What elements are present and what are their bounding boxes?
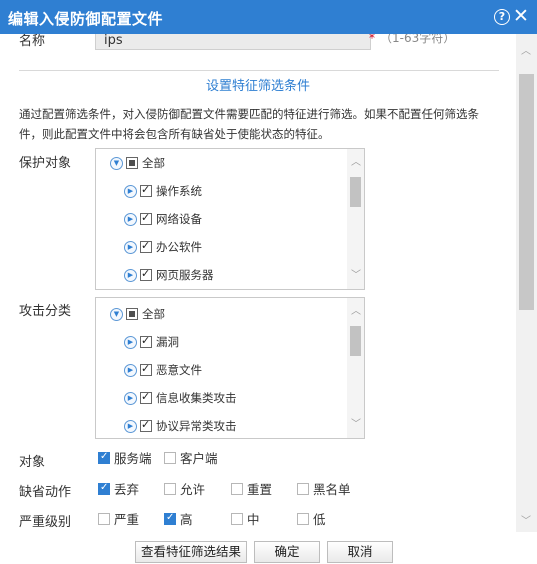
checkbox[interactable] — [164, 512, 176, 525]
section-title: 设置特征筛选条件 — [205, 79, 310, 94]
severity-option-critical[interactable]: 严重 — [98, 509, 139, 528]
tree-checkbox[interactable] — [140, 183, 152, 197]
tree-checkbox[interactable] — [140, 418, 152, 432]
tree-checkbox[interactable] — [140, 211, 152, 225]
tree-item-office-software[interactable]: ▶ 办公软件 — [124, 237, 202, 257]
action-option-blacklist[interactable]: 黑名单 — [297, 479, 351, 498]
tree-item-network-device[interactable]: ▶ 网络设备 — [124, 209, 202, 229]
expand-icon[interactable]: ▶ — [124, 184, 137, 198]
checkbox[interactable] — [98, 482, 110, 495]
collapse-icon[interactable]: ▼ — [110, 156, 123, 170]
tree-item-vulnerability[interactable]: ▶ 漏洞 — [124, 332, 179, 352]
tree-checkbox[interactable] — [140, 239, 152, 253]
scroll-down-icon[interactable]: ﹀ — [351, 415, 361, 430]
severity-option-medium[interactable]: 中 — [231, 509, 260, 528]
action-option-allow[interactable]: 允许 — [164, 479, 205, 498]
checkbox[interactable] — [297, 482, 309, 495]
severity-label: 严重级别 — [19, 515, 72, 530]
default-action-label: 缺省动作 — [19, 485, 72, 500]
tree-root-all[interactable]: ▼ 全部 — [110, 304, 165, 324]
help-icon[interactable]: ? — [494, 9, 510, 25]
tree-scrollbar[interactable]: ︿ ﹀ — [347, 298, 364, 438]
required-asterisk: * — [369, 34, 375, 45]
tree-scrollbar[interactable]: ︿ ﹀ — [347, 149, 364, 289]
checkbox[interactable] — [231, 512, 243, 525]
target-option-server[interactable]: 服务端 — [98, 448, 152, 467]
dialog-content: 名称 ips * （1-63字符） 设置特征筛选条件 通过配置筛选条件，对入侵防… — [0, 34, 516, 532]
tree-item-info-gathering[interactable]: ▶ 信息收集类攻击 — [124, 388, 237, 408]
expand-icon[interactable]: ▶ — [124, 240, 137, 254]
tree-item-malicious-file[interactable]: ▶ 恶意文件 — [124, 360, 202, 380]
scroll-down-icon[interactable]: ﹀ — [521, 512, 531, 527]
view-filter-results-button[interactable]: 查看特征筛选结果 — [135, 541, 247, 563]
tree-item-protocol-anomaly[interactable]: ▶ 协议异常类攻击 — [124, 416, 237, 436]
cancel-button[interactable]: 取消 — [327, 541, 393, 563]
checkbox[interactable] — [164, 451, 176, 464]
protect-target-tree[interactable]: ▼ 全部 ▶ 操作系统 ▶ 网络设备 ▶ 办公软件 ▶ 网页服务器 ︿ ﹀ — [95, 148, 365, 290]
severity-option-high[interactable]: 高 — [164, 509, 193, 528]
severity-option-low[interactable]: 低 — [297, 509, 326, 528]
dialog-scrollbar[interactable]: ︿ ﹀ — [516, 34, 537, 532]
close-icon[interactable]: ✕ — [513, 5, 529, 27]
tree-item-os[interactable]: ▶ 操作系统 — [124, 181, 202, 201]
checkbox[interactable] — [231, 482, 243, 495]
scroll-down-icon[interactable]: ﹀ — [351, 266, 361, 281]
scroll-thumb[interactable] — [350, 177, 361, 207]
attack-category-tree[interactable]: ▼ 全部 ▶ 漏洞 ▶ 恶意文件 ▶ 信息收集类攻击 ▶ 协议异常类攻击 ︿ ﹀ — [95, 297, 365, 439]
action-option-drop[interactable]: 丢弃 — [98, 479, 139, 498]
action-option-reset[interactable]: 重置 — [231, 479, 272, 498]
scroll-up-icon[interactable]: ︿ — [351, 153, 361, 168]
tree-checkbox[interactable] — [140, 334, 152, 348]
tree-checkbox[interactable] — [126, 157, 138, 169]
scroll-up-icon[interactable]: ︿ — [351, 302, 361, 317]
protect-target-label: 保护对象 — [19, 156, 72, 171]
tree-checkbox[interactable] — [140, 362, 152, 376]
expand-icon[interactable]: ▶ — [124, 335, 137, 349]
expand-icon[interactable]: ▶ — [124, 391, 137, 405]
scroll-thumb[interactable] — [519, 74, 534, 310]
checkbox[interactable] — [98, 451, 110, 464]
tree-root-all[interactable]: ▼ 全部 — [110, 153, 165, 173]
expand-icon[interactable]: ▶ — [124, 419, 137, 433]
expand-icon[interactable]: ▶ — [124, 363, 137, 377]
expand-icon[interactable]: ▶ — [124, 212, 137, 226]
tree-checkbox[interactable] — [140, 390, 152, 404]
ok-button[interactable]: 确定 — [254, 541, 320, 563]
collapse-icon[interactable]: ▼ — [110, 307, 123, 321]
scroll-thumb[interactable] — [350, 326, 361, 356]
scroll-up-icon[interactable]: ︿ — [521, 42, 531, 57]
checkbox[interactable] — [297, 512, 309, 525]
section-description: 通过配置筛选条件，对入侵防御配置文件需要匹配的特征进行筛选。如果不配置任何筛选条… — [19, 107, 479, 141]
dialog-title: 编辑入侵防御配置文件 — [8, 10, 164, 28]
name-label: 名称 — [19, 34, 46, 49]
name-input[interactable]: ips — [95, 34, 371, 50]
target-label: 对象 — [19, 455, 46, 470]
target-option-client[interactable]: 客户端 — [164, 448, 218, 467]
dialog-button-bar: 查看特征筛选结果 确定 取消 — [0, 537, 537, 564]
checkbox[interactable] — [98, 512, 110, 525]
tree-item-web-server[interactable]: ▶ 网页服务器 — [124, 265, 214, 285]
checkbox[interactable] — [164, 482, 176, 495]
dialog-titlebar: 编辑入侵防御配置文件 ? ✕ — [0, 0, 537, 34]
attack-category-label: 攻击分类 — [19, 304, 72, 319]
tree-checkbox[interactable] — [140, 267, 152, 281]
tree-checkbox[interactable] — [126, 308, 138, 320]
name-hint: （1-63字符） — [380, 34, 456, 45]
section-divider — [19, 70, 499, 71]
expand-icon[interactable]: ▶ — [124, 268, 137, 282]
